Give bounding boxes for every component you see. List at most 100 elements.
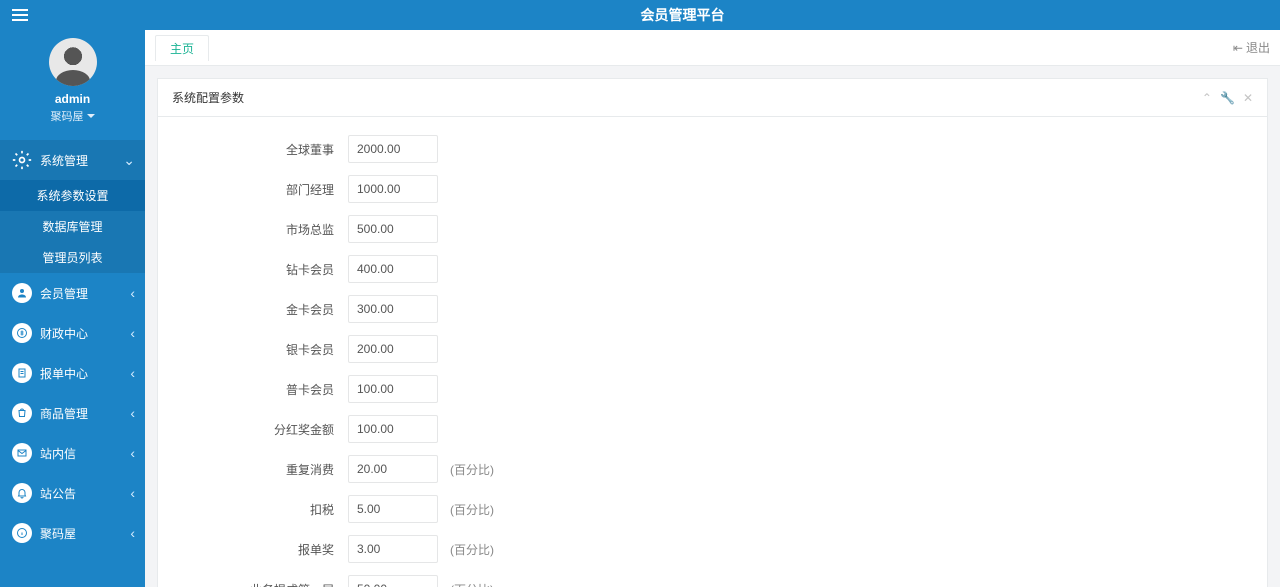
panel: 系统配置参数 ⌃ 🔧 ✕ 全球董事部门经理市场总监钻卡会员金卡会员银卡会员普卡会… [157,78,1268,587]
form-row: 银卡会员 [178,335,1247,363]
nav-item-5[interactable]: 站内信 ‹ [0,433,145,473]
form-input-6[interactable] [348,375,438,403]
form-label: 银卡会员 [178,341,348,358]
wrench-icon[interactable]: 🔧 [1220,91,1235,105]
form-label: 业务提成第一层 [178,581,348,587]
sub-item-1[interactable]: 数据库管理 [0,211,145,242]
form-label: 全球董事 [178,141,348,158]
chevron-left-icon: ‹ [130,485,135,501]
form-input-3[interactable] [348,255,438,283]
chevron-down-icon [87,114,95,118]
hamburger-icon [12,9,28,21]
mail-icon [12,443,32,463]
nav-item-6[interactable]: 站公告 ‹ [0,473,145,513]
form-label: 报单奖 [178,541,348,558]
nav-label: 聚码屋 [40,525,76,542]
user-profile: admin 聚码屋 [0,30,145,134]
form-input-0[interactable] [348,135,438,163]
tabbar: 主页 ⇤ 退出 [145,30,1280,66]
gear-icon [12,150,32,170]
form-label: 重复消费 [178,461,348,478]
report-icon [12,363,32,383]
close-icon[interactable]: ✕ [1243,91,1253,105]
form-label: 普卡会员 [178,381,348,398]
collapse-icon[interactable]: ⌃ [1202,91,1212,105]
form-hint: (百分比) [450,581,494,587]
form-row: 部门经理 [178,175,1247,203]
info-icon [12,523,32,543]
form-label: 钻卡会员 [178,261,348,278]
form-label: 部门经理 [178,181,348,198]
chevron-down-icon: ⌄ [123,152,135,169]
form-input-10[interactable] [348,535,438,563]
panel-body: 全球董事部门经理市场总监钻卡会员金卡会员银卡会员普卡会员分红奖金额重复消费 (百分… [158,117,1267,587]
form-hint: (百分比) [450,501,494,518]
sidebar: admin 聚码屋 系统管理⌄系统参数设置数据库管理管理员列表会员管理‹财政中心… [0,0,145,587]
chevron-left-icon: ‹ [130,525,135,541]
form-row: 重复消费 (百分比) [178,455,1247,483]
nav-label: 站内信 [40,445,76,462]
form-input-11[interactable] [348,575,438,587]
sub-item-0[interactable]: 系统参数设置 [0,180,145,211]
bell-icon [12,483,32,503]
logout-link[interactable]: ⇤ 退出 [1233,39,1270,56]
form-input-7[interactable] [348,415,438,443]
form-input-1[interactable] [348,175,438,203]
form-row: 报单奖 (百分比) [178,535,1247,563]
user-icon [12,283,32,303]
nav-item-0[interactable]: 系统管理 ⌄ [0,140,145,180]
form-label: 扣税 [178,501,348,518]
form-input-5[interactable] [348,335,438,363]
form-input-9[interactable] [348,495,438,523]
nav: 系统管理⌄系统参数设置数据库管理管理员列表会员管理‹财政中心‹报单中心‹商品管理… [0,140,145,553]
chevron-left-icon: ‹ [130,325,135,341]
nav-label: 商品管理 [40,405,88,422]
submenu: 系统参数设置数据库管理管理员列表 [0,180,145,273]
nav-item-2[interactable]: 财政中心 ‹ [0,313,145,353]
nav-item-4[interactable]: 商品管理 ‹ [0,393,145,433]
nav-item-3[interactable]: 报单中心 ‹ [0,353,145,393]
form-hint: (百分比) [450,461,494,478]
nav-label: 财政中心 [40,325,88,342]
nav-label: 报单中心 [40,365,88,382]
form-input-4[interactable] [348,295,438,323]
form-hint: (百分比) [450,541,494,558]
topbar: 会员管理平台 [0,0,1280,30]
panel-title: 系统配置参数 [172,89,244,106]
form-row: 分红奖金额 [178,415,1247,443]
form-row: 全球董事 [178,135,1247,163]
form-label: 分红奖金额 [178,421,348,438]
form-row: 普卡会员 [178,375,1247,403]
panel-head: 系统配置参数 ⌃ 🔧 ✕ [158,79,1267,117]
chevron-left-icon: ‹ [130,405,135,421]
form-label: 市场总监 [178,221,348,238]
chevron-left-icon: ‹ [130,445,135,461]
form-row: 业务提成第一层 (百分比) [178,575,1247,587]
nav-label: 会员管理 [40,285,88,302]
chevron-left-icon: ‹ [130,365,135,381]
form-input-2[interactable] [348,215,438,243]
nav-label: 站公告 [40,485,76,502]
nav-label: 系统管理 [40,152,88,169]
main: 主页 ⇤ 退出 系统配置参数 ⌃ 🔧 ✕ 全球董事部门经理市场总监钻卡会员金卡会… [145,30,1280,587]
panel-tools: ⌃ 🔧 ✕ [1202,91,1253,105]
username: admin [0,92,145,106]
form-row: 市场总监 [178,215,1247,243]
logout-icon: ⇤ [1233,41,1243,55]
avatar [49,38,97,86]
user-role-dropdown[interactable]: 聚码屋 [51,108,95,124]
form-label: 金卡会员 [178,301,348,318]
goods-icon [12,403,32,423]
sub-item-2[interactable]: 管理员列表 [0,242,145,273]
money-icon [12,323,32,343]
form-row: 金卡会员 [178,295,1247,323]
content: 系统配置参数 ⌃ 🔧 ✕ 全球董事部门经理市场总监钻卡会员金卡会员银卡会员普卡会… [145,66,1280,587]
form-row: 钻卡会员 [178,255,1247,283]
nav-item-7[interactable]: 聚码屋 ‹ [0,513,145,553]
form-input-8[interactable] [348,455,438,483]
tab-home[interactable]: 主页 [155,35,209,61]
nav-item-1[interactable]: 会员管理 ‹ [0,273,145,313]
form-row: 扣税 (百分比) [178,495,1247,523]
chevron-left-icon: ‹ [130,285,135,301]
app-title: 会员管理平台 [145,5,1220,25]
